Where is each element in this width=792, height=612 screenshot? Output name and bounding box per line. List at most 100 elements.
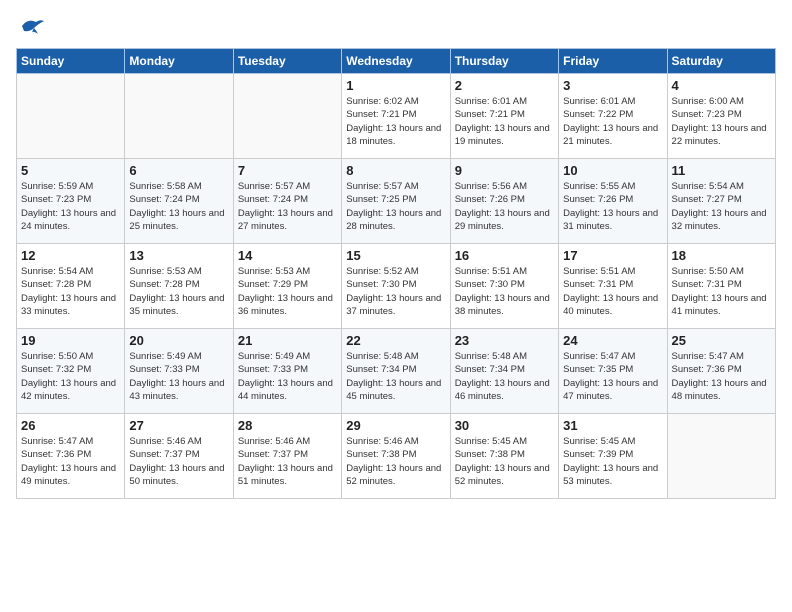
day-info: Sunrise: 5:47 AMSunset: 7:36 PMDaylight:…	[672, 350, 771, 403]
calendar-day-cell: 20 Sunrise: 5:49 AMSunset: 7:33 PMDayligh…	[125, 329, 233, 414]
weekday-header-cell: Sunday	[17, 49, 125, 74]
day-number: 20	[129, 333, 228, 348]
day-info: Sunrise: 5:49 AMSunset: 7:33 PMDaylight:…	[238, 350, 337, 403]
logo	[16, 16, 46, 36]
day-info: Sunrise: 5:53 AMSunset: 7:29 PMDaylight:…	[238, 265, 337, 318]
day-number: 7	[238, 163, 337, 178]
calendar-day-cell: 10 Sunrise: 5:55 AMSunset: 7:26 PMDayligh…	[559, 159, 667, 244]
day-info: Sunrise: 5:51 AMSunset: 7:31 PMDaylight:…	[563, 265, 662, 318]
calendar-day-cell: 24 Sunrise: 5:47 AMSunset: 7:35 PMDayligh…	[559, 329, 667, 414]
day-number: 18	[672, 248, 771, 263]
calendar-day-cell: 16 Sunrise: 5:51 AMSunset: 7:30 PMDayligh…	[450, 244, 558, 329]
calendar-day-cell: 31 Sunrise: 5:45 AMSunset: 7:39 PMDayligh…	[559, 414, 667, 499]
day-number: 19	[21, 333, 120, 348]
calendar-table: SundayMondayTuesdayWednesdayThursdayFrid…	[16, 48, 776, 499]
day-number: 31	[563, 418, 662, 433]
day-number: 23	[455, 333, 554, 348]
calendar-week-row: 5 Sunrise: 5:59 AMSunset: 7:23 PMDaylight…	[17, 159, 776, 244]
calendar-day-cell	[233, 74, 341, 159]
calendar-day-cell: 6 Sunrise: 5:58 AMSunset: 7:24 PMDaylight…	[125, 159, 233, 244]
day-number: 24	[563, 333, 662, 348]
day-info: Sunrise: 5:45 AMSunset: 7:38 PMDaylight:…	[455, 435, 554, 488]
calendar-day-cell: 4 Sunrise: 6:00 AMSunset: 7:23 PMDaylight…	[667, 74, 775, 159]
weekday-header-cell: Thursday	[450, 49, 558, 74]
day-info: Sunrise: 5:56 AMSunset: 7:26 PMDaylight:…	[455, 180, 554, 233]
calendar-day-cell: 11 Sunrise: 5:54 AMSunset: 7:27 PMDayligh…	[667, 159, 775, 244]
day-info: Sunrise: 5:47 AMSunset: 7:36 PMDaylight:…	[21, 435, 120, 488]
day-info: Sunrise: 6:02 AMSunset: 7:21 PMDaylight:…	[346, 95, 445, 148]
day-info: Sunrise: 5:48 AMSunset: 7:34 PMDaylight:…	[455, 350, 554, 403]
calendar-day-cell	[667, 414, 775, 499]
calendar-day-cell: 30 Sunrise: 5:45 AMSunset: 7:38 PMDayligh…	[450, 414, 558, 499]
calendar-day-cell: 18 Sunrise: 5:50 AMSunset: 7:31 PMDayligh…	[667, 244, 775, 329]
day-number: 9	[455, 163, 554, 178]
day-number: 4	[672, 78, 771, 93]
calendar-day-cell: 17 Sunrise: 5:51 AMSunset: 7:31 PMDayligh…	[559, 244, 667, 329]
day-number: 28	[238, 418, 337, 433]
day-info: Sunrise: 5:52 AMSunset: 7:30 PMDaylight:…	[346, 265, 445, 318]
day-info: Sunrise: 5:55 AMSunset: 7:26 PMDaylight:…	[563, 180, 662, 233]
day-number: 13	[129, 248, 228, 263]
weekday-header-cell: Friday	[559, 49, 667, 74]
day-info: Sunrise: 5:46 AMSunset: 7:37 PMDaylight:…	[129, 435, 228, 488]
calendar-day-cell: 25 Sunrise: 5:47 AMSunset: 7:36 PMDayligh…	[667, 329, 775, 414]
weekday-header-cell: Monday	[125, 49, 233, 74]
day-info: Sunrise: 5:46 AMSunset: 7:38 PMDaylight:…	[346, 435, 445, 488]
calendar-day-cell: 5 Sunrise: 5:59 AMSunset: 7:23 PMDaylight…	[17, 159, 125, 244]
day-info: Sunrise: 5:54 AMSunset: 7:27 PMDaylight:…	[672, 180, 771, 233]
day-number: 12	[21, 248, 120, 263]
day-info: Sunrise: 5:50 AMSunset: 7:31 PMDaylight:…	[672, 265, 771, 318]
day-info: Sunrise: 5:53 AMSunset: 7:28 PMDaylight:…	[129, 265, 228, 318]
calendar-day-cell: 9 Sunrise: 5:56 AMSunset: 7:26 PMDaylight…	[450, 159, 558, 244]
calendar-day-cell: 15 Sunrise: 5:52 AMSunset: 7:30 PMDayligh…	[342, 244, 450, 329]
day-info: Sunrise: 5:58 AMSunset: 7:24 PMDaylight:…	[129, 180, 228, 233]
calendar-day-cell: 27 Sunrise: 5:46 AMSunset: 7:37 PMDayligh…	[125, 414, 233, 499]
day-info: Sunrise: 5:45 AMSunset: 7:39 PMDaylight:…	[563, 435, 662, 488]
calendar-day-cell: 2Sunrise: 6:01 AMSunset: 7:21 PMDaylight…	[450, 74, 558, 159]
day-info: Sunrise: 5:48 AMSunset: 7:34 PMDaylight:…	[346, 350, 445, 403]
day-number: 5	[21, 163, 120, 178]
calendar-week-row: 19 Sunrise: 5:50 AMSunset: 7:32 PMDayligh…	[17, 329, 776, 414]
day-info: Sunrise: 5:47 AMSunset: 7:35 PMDaylight:…	[563, 350, 662, 403]
weekday-header-cell: Saturday	[667, 49, 775, 74]
calendar-day-cell: 1 Sunrise: 6:02 AMSunset: 7:21 PMDaylight…	[342, 74, 450, 159]
calendar-body: 1 Sunrise: 6:02 AMSunset: 7:21 PMDaylight…	[17, 74, 776, 499]
day-number: 16	[455, 248, 554, 263]
day-number: 17	[563, 248, 662, 263]
day-info: Sunrise: 6:00 AMSunset: 7:23 PMDaylight:…	[672, 95, 771, 148]
calendar-day-cell	[17, 74, 125, 159]
day-number: 6	[129, 163, 228, 178]
day-number: 11	[672, 163, 771, 178]
day-number: 26	[21, 418, 120, 433]
day-info: Sunrise: 5:54 AMSunset: 7:28 PMDaylight:…	[21, 265, 120, 318]
day-number: 27	[129, 418, 228, 433]
calendar-day-cell: 19 Sunrise: 5:50 AMSunset: 7:32 PMDayligh…	[17, 329, 125, 414]
calendar-day-cell: 13 Sunrise: 5:53 AMSunset: 7:28 PMDayligh…	[125, 244, 233, 329]
weekday-header-cell: Wednesday	[342, 49, 450, 74]
day-number: 22	[346, 333, 445, 348]
calendar-week-row: 12 Sunrise: 5:54 AMSunset: 7:28 PMDayligh…	[17, 244, 776, 329]
day-info: Sunrise: 6:01 AMSunset: 7:21 PMDaylight:…	[455, 95, 554, 148]
day-info: Sunrise: 5:51 AMSunset: 7:30 PMDaylight:…	[455, 265, 554, 318]
day-info: Sunrise: 5:50 AMSunset: 7:32 PMDaylight:…	[21, 350, 120, 403]
calendar-day-cell: 23 Sunrise: 5:48 AMSunset: 7:34 PMDayligh…	[450, 329, 558, 414]
day-number: 30	[455, 418, 554, 433]
calendar-day-cell: 26 Sunrise: 5:47 AMSunset: 7:36 PMDayligh…	[17, 414, 125, 499]
calendar-week-row: 1 Sunrise: 6:02 AMSunset: 7:21 PMDaylight…	[17, 74, 776, 159]
day-number: 1	[346, 78, 445, 93]
calendar-day-cell: 22 Sunrise: 5:48 AMSunset: 7:34 PMDayligh…	[342, 329, 450, 414]
calendar-day-cell: 7Sunrise: 5:57 AMSunset: 7:24 PMDaylight…	[233, 159, 341, 244]
day-info: Sunrise: 5:59 AMSunset: 7:23 PMDaylight:…	[21, 180, 120, 233]
day-info: Sunrise: 5:57 AMSunset: 7:25 PMDaylight:…	[346, 180, 445, 233]
day-number: 15	[346, 248, 445, 263]
calendar-day-cell: 21Sunrise: 5:49 AMSunset: 7:33 PMDayligh…	[233, 329, 341, 414]
day-number: 10	[563, 163, 662, 178]
calendar-day-cell: 14 Sunrise: 5:53 AMSunset: 7:29 PMDayligh…	[233, 244, 341, 329]
day-number: 25	[672, 333, 771, 348]
logo-bird-icon	[18, 16, 46, 36]
day-number: 14	[238, 248, 337, 263]
calendar-week-row: 26 Sunrise: 5:47 AMSunset: 7:36 PMDayligh…	[17, 414, 776, 499]
calendar-day-cell	[125, 74, 233, 159]
calendar-day-cell: 28Sunrise: 5:46 AMSunset: 7:37 PMDayligh…	[233, 414, 341, 499]
day-info: Sunrise: 5:49 AMSunset: 7:33 PMDaylight:…	[129, 350, 228, 403]
